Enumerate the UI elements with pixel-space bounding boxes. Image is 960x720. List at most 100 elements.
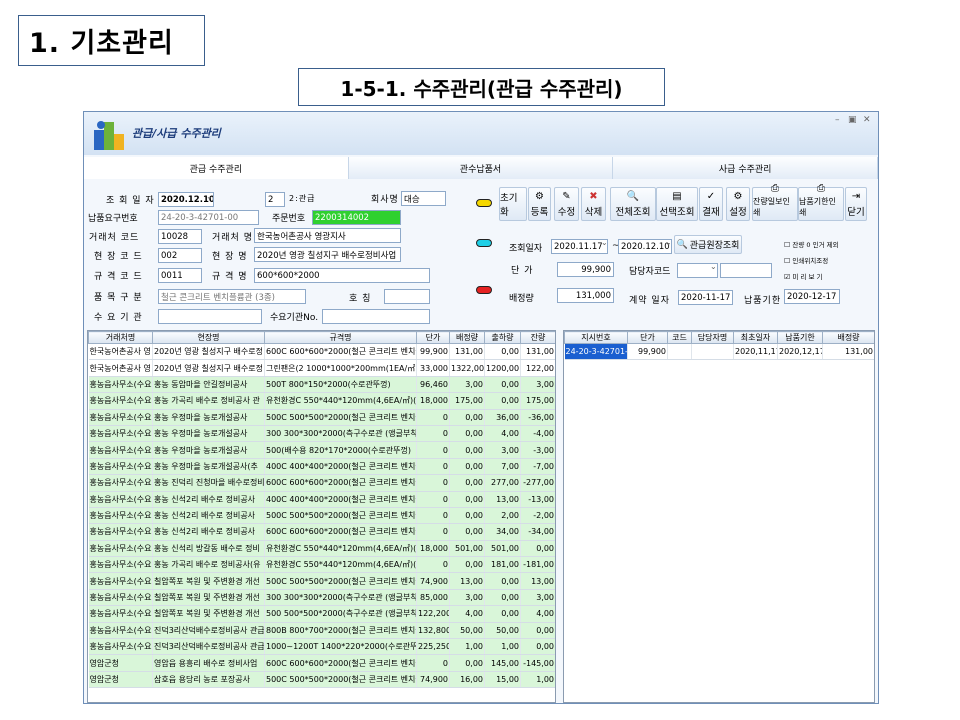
table-cell: 225,250 bbox=[416, 638, 450, 656]
req-no-input[interactable]: 24-20-3-42701-00 bbox=[158, 210, 259, 225]
query-from-input[interactable]: 2020.11.17 bbox=[551, 239, 608, 254]
column-header[interactable]: 출하량 bbox=[484, 331, 521, 344]
table-cell: -145,00 bbox=[520, 654, 555, 672]
manager-name-input[interactable] bbox=[720, 263, 772, 278]
column-header[interactable]: 거래처명 bbox=[88, 331, 153, 344]
maximize-icon[interactable]: ▣ bbox=[848, 115, 857, 125]
column-header[interactable]: 납품기한 bbox=[777, 331, 823, 344]
table-cell: 0 bbox=[416, 491, 450, 508]
order-no-input[interactable]: 2200314002 bbox=[312, 210, 401, 225]
table-row[interactable]: 한국농어촌공사 영 2020년 영광 칠성지구 배수로정 그린팬은(2 1000*1… bbox=[88, 359, 555, 377]
official-ledger-button[interactable]: 🔍 관급원장조회 bbox=[674, 235, 742, 254]
table-row[interactable]: 홍농읍사무소(수요 홍농 동암마을 안길정비공사 500T 800*150*2000… bbox=[88, 376, 555, 394]
item-cat-input[interactable]: 철근 콘크리트 벤치플륨관 (3종) bbox=[158, 289, 306, 304]
checkbox-unchecked-icon[interactable]: ☐ bbox=[784, 241, 790, 249]
table-row[interactable]: 홍농읍사무소(수요 홍농 가곡리 배수로 정비공사(유 유천환경C 550*440*… bbox=[88, 556, 555, 574]
tab-delivery[interactable]: 관수납품서 bbox=[348, 157, 614, 179]
site-name-input[interactable]: 2020년 영광 칠성지구 배수로정비사업 bbox=[254, 247, 401, 262]
alloc-input[interactable]: 131,000 bbox=[557, 288, 614, 303]
print-pos-option[interactable]: ☐ 인쇄위치조정 bbox=[784, 255, 839, 265]
table-row[interactable]: 홍농읍사무소(수요 칠암쪽포 복원 및 주변환경 개선 500C 500*500*2… bbox=[88, 572, 555, 590]
client-name-input[interactable]: 한국농어촌공사 영광지사 bbox=[254, 228, 401, 243]
column-header[interactable]: 배정량 bbox=[822, 331, 874, 344]
search-all-button[interactable]: 🔍 전체조회 bbox=[610, 187, 656, 221]
column-header[interactable]: 단가 bbox=[627, 331, 668, 344]
table-row[interactable]: 홍농읍사무소(수요 홍농 우정마을 농로개설공사(추 400C 400*400*20… bbox=[88, 458, 555, 476]
query-to-input[interactable]: 2020.12.10 bbox=[618, 239, 672, 254]
table-row[interactable]: 홍농읍사무소(수요 칠암쪽포 복원 및 주변환경 개선 500 500*500*20… bbox=[88, 605, 555, 623]
column-header[interactable]: 규격명 bbox=[264, 331, 417, 344]
chevron-down-icon[interactable]: ⌄ bbox=[710, 262, 717, 271]
search-select-button[interactable]: ▤ 선택조회 bbox=[656, 187, 698, 221]
site-code-input[interactable]: 002 bbox=[158, 248, 202, 263]
table-row[interactable]: 홍농읍사무소(수요 홍농 우정마을 농로개설공사 500(배수용 820*170*2… bbox=[88, 441, 555, 459]
init-button[interactable]: 초기화 bbox=[499, 187, 527, 221]
table-row[interactable]: 홍농읍사무소(수요 홍농 신석2리 배수로 정비공사 600C 600*600*20… bbox=[88, 523, 555, 541]
table-row[interactable]: 홍농읍사무소(수요 진덕3리산덕배수로정비공사 관급 1000~1200T 1400… bbox=[88, 638, 555, 656]
demand-no-input[interactable] bbox=[322, 309, 430, 324]
column-header[interactable]: 현장명 bbox=[152, 331, 265, 344]
column-header[interactable]: 코드 bbox=[667, 331, 692, 344]
table-row[interactable]: 영암군청 삼호읍 용당리 농로 포장공사 500C 500*500*2000(철근 … bbox=[88, 671, 555, 689]
table-cell: 0,00 bbox=[449, 458, 485, 476]
column-header[interactable]: 담당자명 bbox=[691, 331, 734, 344]
order-grid: 거래처명 현장명 규격명 단가 배정량 출하량 잔량 한국농어촌공사 영 2020년 영광 칠… bbox=[87, 330, 556, 703]
table-cell: 0,00 bbox=[484, 376, 521, 394]
table-row[interactable]: 홍농읍사무소(수요 홍농 우정마을 농로개설공사 300 300*300*2000(… bbox=[88, 425, 555, 443]
preview-option[interactable]: ☑ 미 리 보 기 bbox=[784, 271, 839, 281]
table-row[interactable]: 홍농읍사무소(수요 홍농 진덕리 진청마을 배수로정비 600C 600*600*2… bbox=[88, 474, 555, 492]
edit-button[interactable]: ✎ 수정 bbox=[554, 187, 579, 221]
checkbox-checked-icon[interactable]: ☑ bbox=[784, 273, 790, 281]
tab-private-order[interactable]: 사급 수주관리 bbox=[613, 157, 878, 179]
delete-button[interactable]: ✖ 삭제 bbox=[581, 187, 606, 221]
table-cell: 홍농읍사무소(수요 bbox=[88, 605, 153, 623]
table-row[interactable]: 홍농읍사무소(수요 홍농 신석리 방갈동 배수로 정비 유천환경C 550*440*… bbox=[88, 540, 555, 558]
chevron-down-icon[interactable]: ⌄ bbox=[206, 192, 213, 201]
column-header[interactable]: 단가 bbox=[416, 331, 450, 344]
table-row[interactable]: 홍농읍사무소(수요 홍농 가곡리 배수로 정비공사 관 유천환경C 550*440*… bbox=[88, 392, 555, 410]
company-select[interactable]: 대승 bbox=[401, 191, 446, 206]
settings-button[interactable]: ⚙ 설정 bbox=[726, 187, 750, 221]
close-icon[interactable]: ✕ bbox=[863, 115, 871, 125]
table-row[interactable]: 홍농읍사무소(수요 홍농 신석2리 배수로 정비공사 400C 400*400*20… bbox=[88, 491, 555, 508]
table-cell: 영암군청 bbox=[88, 654, 153, 672]
tab-official-order[interactable]: 관급 수주관리 bbox=[84, 157, 349, 179]
column-header[interactable]: 지시번호 bbox=[564, 331, 628, 344]
client-code-input[interactable]: 10028 bbox=[158, 229, 202, 244]
table-cell: 홍농읍사무소(수요 bbox=[88, 425, 153, 443]
table-cell: 칠암쪽포 복원 및 주변환경 개선 bbox=[152, 589, 265, 607]
table-row[interactable]: 한국농어촌공사 영 2020년 영광 칠성지구 배수로정 600C 600*600*… bbox=[88, 343, 555, 361]
table-row[interactable]: 홍농읍사무소(수요 홍농 신석2리 배수로 정비공사 500C 500*500*20… bbox=[88, 507, 555, 525]
table-cell: 131,00 bbox=[449, 343, 485, 361]
column-header[interactable]: 최초일자 bbox=[733, 331, 778, 344]
checkbox-unchecked-icon[interactable]: ☐ bbox=[784, 257, 790, 265]
price-input[interactable]: 99,900 bbox=[557, 262, 614, 277]
close-button[interactable]: ⇥ 닫기 bbox=[845, 187, 867, 221]
contract-date-input[interactable]: 2020-11-17 bbox=[678, 290, 733, 305]
table-cell: 홍농 신석2리 배수로 정비공사 bbox=[152, 507, 265, 525]
chevron-down-icon[interactable]: ⌄ bbox=[665, 238, 672, 247]
column-header[interactable]: 잔량 bbox=[520, 331, 555, 344]
type-code-input[interactable]: 2 bbox=[265, 192, 285, 207]
demand-input[interactable] bbox=[158, 309, 262, 324]
exclude-zero-option[interactable]: ☐ 잔량 0 인거 제외 bbox=[784, 239, 839, 249]
table-row[interactable]: 홍농읍사무소(수요 진덕3리산덕배수로정비공사 관급 800B 800*700*20… bbox=[88, 622, 555, 640]
print-remain-button[interactable]: ⎙ 잔량일보인쇄 bbox=[752, 183, 798, 221]
minimize-icon[interactable]: – bbox=[835, 115, 840, 125]
register-button[interactable]: ⚙ 등록 bbox=[528, 187, 551, 221]
spec-name-input[interactable]: 600*600*2000 bbox=[254, 268, 430, 283]
table-row[interactable]: 홍농읍사무소(수요 칠암쪽포 복원 및 주변환경 개선 300 300*300*20… bbox=[88, 589, 555, 607]
column-header[interactable]: 배정량 bbox=[449, 331, 485, 344]
table-cell: 진덕3리산덕배수로정비공사 관급 bbox=[152, 622, 265, 640]
site-code-label: 현 장 코 드 bbox=[94, 252, 143, 262]
title-input[interactable] bbox=[384, 289, 430, 304]
chevron-down-icon[interactable]: ⌄ bbox=[601, 238, 608, 247]
table-row[interactable]: 영암군청 영암읍 용흥리 배수로 정비사업 600C 600*600*2000(철근… bbox=[88, 654, 555, 672]
due-date-input[interactable]: 2020-12-17 bbox=[784, 289, 840, 304]
table-cell: 홍농 신석2리 배수로 정비공사 bbox=[152, 491, 265, 508]
spec-code-input[interactable]: 0011 bbox=[158, 268, 202, 283]
print-due-button[interactable]: ⎙ 납품기한인쇄 bbox=[798, 183, 844, 221]
table-row[interactable]: 홍농읍사무소(수요 홍농 우정마을 농로개설공사 500C 500*500*2000… bbox=[88, 409, 555, 426]
approve-button[interactable]: ✓ 결재 bbox=[699, 187, 723, 221]
table-row[interactable]: 24-20-3-42701- 99,900 2020,11,17 2020,12,17… bbox=[564, 343, 874, 361]
